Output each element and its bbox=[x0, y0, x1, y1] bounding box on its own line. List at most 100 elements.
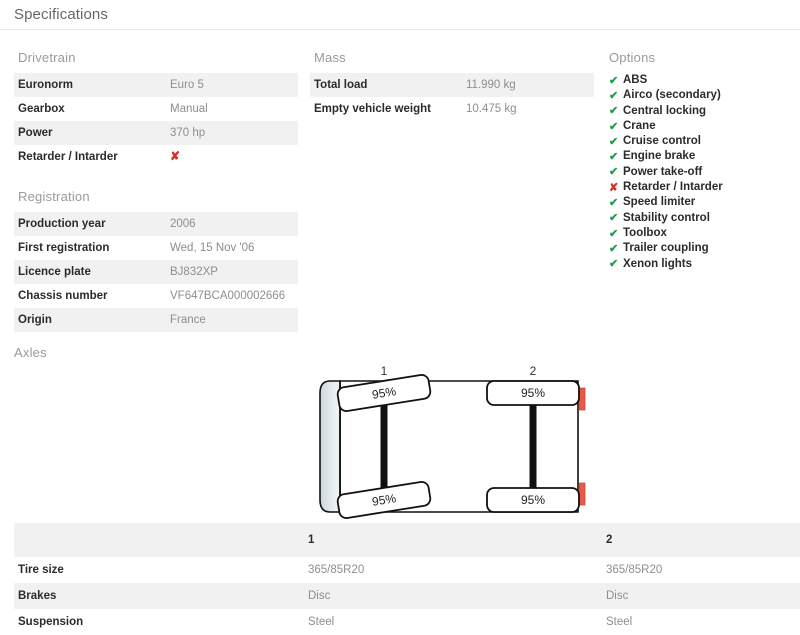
option-item: ✔ Cruise control bbox=[609, 134, 795, 149]
column-left: Drivetrain Euronorm Euro 5 Gearbox Manua… bbox=[14, 30, 298, 332]
option-item: ✔ Trailer coupling bbox=[609, 241, 795, 256]
option-label: Central locking bbox=[623, 104, 707, 117]
table-row: Brakes Disc Disc bbox=[14, 583, 800, 609]
row-key: Brakes bbox=[18, 590, 57, 602]
option-item: ✔ Stability control bbox=[609, 211, 795, 226]
option-item: ✔ Toolbox bbox=[609, 226, 795, 241]
option-item: ✔ Central locking bbox=[609, 104, 795, 119]
check-icon: ✔ bbox=[609, 120, 619, 133]
column-header-label bbox=[14, 523, 304, 557]
table-row: Power 370 hp bbox=[14, 121, 298, 145]
cab-shape bbox=[319, 380, 341, 513]
option-item: ✔ Airco (secondary) bbox=[609, 88, 795, 103]
table-row: Chassis number VF647BCA000002666 bbox=[14, 284, 298, 308]
row-key: Power bbox=[18, 127, 53, 139]
table-row: Euronorm Euro 5 bbox=[14, 73, 298, 97]
section-heading-mass: Mass bbox=[314, 50, 346, 65]
option-label: Trailer coupling bbox=[623, 242, 709, 255]
table-row: Total load 11.990 kg bbox=[310, 73, 594, 97]
check-icon: ✔ bbox=[609, 197, 619, 210]
row-key: Retarder / Intarder bbox=[18, 151, 118, 163]
option-item: ✔ Speed limiter bbox=[609, 195, 795, 210]
option-item: ✔ Crane bbox=[609, 119, 795, 134]
option-label: Crane bbox=[623, 119, 656, 132]
tyre-axle2-right: 95% bbox=[486, 487, 580, 513]
option-item: ✔ ABS bbox=[609, 73, 795, 88]
check-icon: ✔ bbox=[609, 74, 619, 87]
section-heading-axles: Axles bbox=[14, 345, 47, 360]
axle-specs-table: 1 2 Tire size 365/85R20 365/85R20 Brakes… bbox=[14, 523, 800, 635]
table-row: Empty vehicle weight 10.475 kg bbox=[310, 97, 594, 121]
row-value-axle-2: Disc bbox=[606, 590, 629, 602]
row-value: 10.475 kg bbox=[466, 103, 517, 115]
row-value-axle-1: Disc bbox=[308, 590, 331, 602]
option-item: ✔ Xenon lights bbox=[609, 257, 795, 272]
row-key: Origin bbox=[18, 314, 52, 326]
table-row: Tire size 365/85R20 365/85R20 bbox=[14, 557, 800, 583]
check-icon: ✔ bbox=[609, 242, 619, 255]
table-row: Origin France bbox=[14, 308, 298, 332]
table-header-row: 1 2 bbox=[14, 523, 800, 557]
table-row: Licence plate BJ832XP bbox=[14, 260, 298, 284]
row-key: Chassis number bbox=[18, 290, 108, 302]
section-heading-options: Options bbox=[609, 50, 656, 65]
check-icon: ✔ bbox=[609, 135, 619, 148]
options-list: ✔ ABS ✔ Airco (secondary) ✔ Central locking ✔ C… bbox=[605, 73, 795, 272]
row-value: 370 hp bbox=[170, 127, 206, 139]
option-label: Toolbox bbox=[623, 226, 667, 239]
row-value-axle-1: 365/85R20 bbox=[308, 564, 365, 576]
tyre-wear-label: 95% bbox=[521, 386, 545, 400]
mass-table: Total load 11.990 kg Empty vehicle weigh… bbox=[310, 73, 594, 121]
check-icon: ✔ bbox=[609, 258, 619, 271]
drivetrain-table: Euronorm Euro 5 Gearbox Manual Power 370… bbox=[14, 73, 298, 169]
rear-light-top bbox=[578, 387, 586, 411]
row-value: BJ832XP bbox=[170, 266, 218, 278]
option-item: ✘ Retarder / Intarder bbox=[609, 180, 795, 195]
check-icon: ✔ bbox=[609, 166, 619, 179]
axle-number-label-2: 2 bbox=[530, 364, 537, 378]
option-label: Power take-off bbox=[623, 165, 703, 178]
row-key: Licence plate bbox=[18, 266, 91, 278]
table-row: Production year 2006 bbox=[14, 212, 298, 236]
row-value-axle-2: 365/85R20 bbox=[606, 564, 663, 576]
check-icon: ✔ bbox=[609, 105, 619, 118]
row-key: Suspension bbox=[18, 616, 84, 628]
column-right: Options ✔ ABS ✔ Airco (secondary) ✔ Central l… bbox=[605, 30, 795, 272]
tyre-wear-label: 95% bbox=[521, 493, 545, 507]
row-value-axle-2: Steel bbox=[606, 616, 633, 628]
option-label: Stability control bbox=[623, 211, 710, 224]
table-row: Retarder / Intarder ✘ bbox=[14, 145, 298, 169]
row-key: Euronorm bbox=[18, 79, 73, 91]
row-key: Empty vehicle weight bbox=[314, 103, 431, 115]
row-key: Gearbox bbox=[18, 103, 65, 115]
check-icon: ✔ bbox=[609, 151, 619, 164]
row-key: Tire size bbox=[18, 564, 64, 576]
option-label: Speed limiter bbox=[623, 196, 696, 209]
column-middle: Mass Total load 11.990 kg Empty vehicle … bbox=[310, 30, 594, 121]
row-value: Euro 5 bbox=[170, 79, 204, 91]
option-item: ✔ Power take-off bbox=[609, 165, 795, 180]
row-value-axle-1: Steel bbox=[308, 616, 335, 628]
column-header-axle-2: 2 bbox=[606, 534, 613, 546]
option-label: Cruise control bbox=[623, 135, 701, 148]
option-label: Engine brake bbox=[623, 150, 696, 163]
option-label: Retarder / Intarder bbox=[623, 181, 723, 194]
page-header: Specifications bbox=[0, 0, 800, 30]
registration-table: Production year 2006 First registration … bbox=[14, 212, 298, 332]
row-value: Wed, 15 Nov '06 bbox=[170, 242, 255, 254]
option-label: Airco (secondary) bbox=[623, 89, 721, 102]
row-key: Total load bbox=[314, 79, 368, 91]
row-key: First registration bbox=[18, 242, 110, 254]
table-row: Gearbox Manual bbox=[14, 97, 298, 121]
axle-diagram-svg: 1 2 95% 95% 95% 95% bbox=[319, 364, 586, 519]
page-title: Specifications bbox=[14, 6, 108, 23]
option-label: ABS bbox=[623, 74, 648, 86]
tyre-axle2-left: 95% bbox=[486, 380, 580, 406]
row-value: France bbox=[170, 314, 206, 326]
option-item: ✔ Engine brake bbox=[609, 149, 795, 164]
check-icon: ✔ bbox=[609, 227, 619, 240]
section-heading-registration: Registration bbox=[18, 189, 90, 204]
row-value: Manual bbox=[170, 103, 208, 115]
check-icon: ✔ bbox=[609, 212, 619, 225]
table-row: First registration Wed, 15 Nov '06 bbox=[14, 236, 298, 260]
